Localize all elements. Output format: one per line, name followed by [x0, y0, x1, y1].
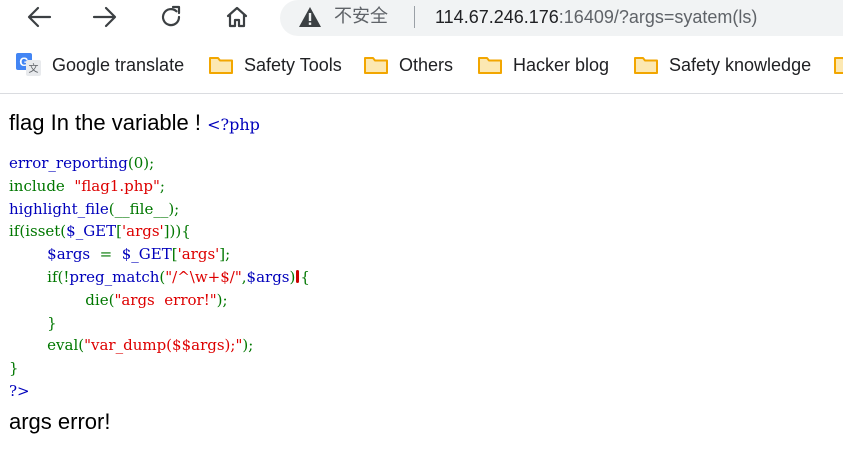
folder-icon: [363, 55, 389, 75]
code-token: ;: [159, 176, 165, 195]
folder-icon: [833, 55, 843, 75]
folder-icon: [477, 55, 503, 75]
code-token: "flag1.php": [74, 176, 160, 195]
insecure-label[interactable]: 不安全: [334, 5, 388, 29]
bookmark-label: Google translate: [52, 54, 185, 75]
bookmarks-bar: G文 Google translate Safety Tools Others …: [0, 46, 843, 84]
code-token: if(isset(: [9, 222, 67, 241]
page-content: flag In the variable ! <?php error_repor…: [9, 104, 839, 437]
code-token: 'args': [122, 222, 164, 241]
browser-toolbar: 不安全 114.67.246.176:16409/?args=syatem(ls…: [0, 0, 843, 36]
code-token: error_reporting: [9, 154, 128, 172]
code-token: "args error!": [114, 290, 217, 309]
back-button[interactable]: [22, 2, 56, 32]
code-token: include: [9, 176, 65, 195]
code-token: ): [289, 267, 296, 286]
address-separator: [414, 6, 415, 28]
forward-button[interactable]: [88, 2, 122, 32]
bookmark-google-translate[interactable]: G文 Google translate: [16, 46, 184, 84]
code-token: $args: [246, 267, 290, 286]
folder-icon: [208, 55, 234, 75]
php-source-code: error_reporting(0); include "flag1.php";…: [9, 152, 839, 403]
code-token: (__file__);: [108, 199, 180, 218]
url-path: :16409/?args=syatem(ls): [558, 7, 758, 27]
heading-text: flag In the variable !: [9, 110, 208, 135]
warning-triangle-icon[interactable]: [298, 6, 322, 28]
code-token: =: [90, 245, 122, 264]
forward-arrow-icon: [92, 6, 117, 28]
code-token: ?>: [9, 381, 30, 400]
code-token: }: [9, 359, 19, 378]
reload-button[interactable]: [154, 2, 188, 32]
bookmark-others[interactable]: Others: [363, 46, 453, 84]
code-token: "/^\w+$/": [165, 267, 242, 286]
code-token: $_GET: [66, 222, 117, 241]
php-open-tag: <?php: [207, 115, 260, 134]
bookmark-label: Safety knowledge: [669, 54, 812, 75]
output-message: args error!: [9, 408, 111, 434]
bookmark-label: Safety Tools: [244, 54, 342, 75]
code-token: {: [300, 267, 310, 286]
home-icon: [226, 6, 248, 28]
toolbar-divider: [0, 93, 843, 94]
code-token: $_GET: [121, 245, 172, 264]
bookmark-safety-tools[interactable]: Safety Tools: [208, 46, 342, 84]
google-translate-icon: G文: [16, 53, 42, 77]
code-token: preg_match: [69, 267, 160, 286]
code-token: $args: [47, 245, 91, 264]
bookmark-overflow-folder[interactable]: [833, 46, 843, 84]
code-token: die(: [85, 290, 115, 309]
svg-text:文: 文: [29, 62, 39, 75]
text-cursor-marker: [296, 269, 300, 283]
code-token: if(!: [47, 267, 70, 286]
code-token: );: [242, 336, 254, 355]
home-button[interactable]: [220, 2, 254, 32]
bookmark-safety-knowledge[interactable]: Safety knowledge: [633, 46, 811, 84]
code-token: ];: [219, 245, 231, 264]
url-host: 114.67.246.176: [435, 7, 559, 27]
bookmark-hacker-blog[interactable]: Hacker blog: [477, 46, 609, 84]
page-heading: flag In the variable ! <?php: [9, 104, 839, 144]
bookmark-label: Hacker blog: [513, 54, 610, 75]
code-token: highlight_file: [9, 199, 109, 218]
back-arrow-icon: [27, 6, 52, 28]
code-token: );: [216, 290, 228, 309]
code-token: ])){: [163, 222, 191, 241]
code-token: "var_dump($$args);": [84, 336, 243, 355]
code-token: }: [47, 313, 57, 332]
reload-icon: [161, 5, 181, 27]
folder-icon: [633, 55, 659, 75]
url-text[interactable]: 114.67.246.176:16409/?args=syatem(ls): [435, 5, 757, 29]
bookmark-label: Others: [399, 54, 454, 75]
code-token: eval(: [47, 336, 85, 355]
code-token: 'args': [177, 245, 220, 264]
code-token: (0);: [127, 154, 155, 172]
